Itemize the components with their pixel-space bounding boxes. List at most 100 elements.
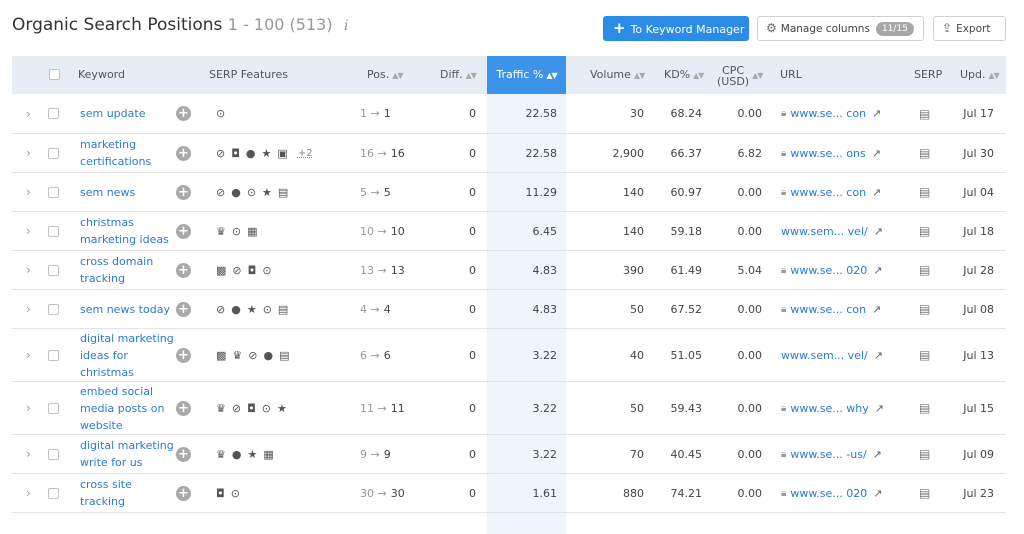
row-checkbox[interactable] (48, 329, 59, 381)
to-keyword-manager-button[interactable]: + To Keyword Manager (603, 16, 749, 41)
serp-snapshot-icon[interactable]: ▤ (919, 212, 930, 250)
expand-row-icon[interactable]: › (26, 173, 31, 211)
expand-row-icon[interactable]: › (26, 329, 31, 381)
add-keyword-button[interactable]: + (176, 474, 191, 512)
serp-snapshot-icon[interactable]: ▤ (919, 474, 930, 512)
crown-icon: ♛ (216, 224, 226, 238)
row-checkbox[interactable] (48, 251, 59, 289)
expand-row-icon[interactable]: › (26, 382, 31, 434)
column-traffic[interactable]: Traffic % ▲▼ (487, 56, 566, 94)
column-upd[interactable]: Upd. ▲▼ (960, 56, 1000, 94)
info-icon[interactable]: i (344, 18, 348, 34)
row-checkbox[interactable] (48, 474, 59, 512)
external-link-icon[interactable]: ↗ (875, 402, 884, 415)
add-keyword-button[interactable]: + (176, 173, 191, 211)
external-link-icon[interactable]: ↗ (872, 147, 881, 160)
review-icon: ◘ (247, 401, 256, 415)
diff-value: 0 (469, 263, 476, 277)
expand-row-icon[interactable]: › (26, 94, 31, 133)
add-keyword-button[interactable]: + (176, 212, 191, 250)
url-link[interactable]: 🔒︎ www.se... 020 ↗ (781, 474, 891, 512)
external-link-icon[interactable]: ↗ (873, 264, 882, 277)
external-link-icon[interactable]: ↗ (872, 303, 881, 316)
column-cpc-unit: (USD) (717, 75, 750, 88)
add-keyword-button[interactable]: + (176, 134, 191, 172)
column-cpc[interactable]: CPC (USD) ▲▼ (717, 64, 763, 88)
keyword-link[interactable]: sem update (80, 94, 180, 133)
column-keyword[interactable]: Keyword (78, 56, 125, 94)
serp-snapshot-icon[interactable]: ▤ (919, 251, 930, 289)
keyword-link[interactable]: sem news today (80, 290, 180, 328)
add-keyword-button[interactable]: + (176, 290, 191, 328)
url-link[interactable]: 🔒︎ www.se... ons ↗ (781, 134, 891, 172)
serp-snapshot-icon[interactable]: ▤ (919, 290, 930, 328)
url-link[interactable]: 🔒︎ www.se... -us/ ↗ (781, 435, 891, 473)
serp-snapshot-icon[interactable]: ▤ (919, 173, 930, 211)
keyword-link[interactable]: marketing certifications (80, 134, 180, 172)
row-checkbox[interactable] (48, 94, 59, 133)
serp-snapshot-icon[interactable]: ▤ (919, 435, 930, 473)
select-all-checkbox[interactable] (49, 69, 60, 80)
add-keyword-button[interactable]: + (176, 329, 191, 381)
url-link[interactable]: 🔒︎ www.se... con ↗ (781, 173, 891, 211)
url-link[interactable]: 🔒︎ www.se... con ↗ (781, 290, 891, 328)
updated-date: Jul 09 (963, 447, 994, 461)
keyword-link[interactable]: embed social media posts on website (80, 382, 180, 434)
url-link[interactable]: 🔒︎ www.se... con ↗ (781, 94, 891, 133)
column-volume[interactable]: Volume ▲▼ (590, 56, 645, 94)
expand-row-icon[interactable]: › (26, 290, 31, 328)
expand-row-icon[interactable]: › (26, 474, 31, 512)
keyword-link[interactable]: cross domain tracking (80, 251, 180, 289)
export-button[interactable]: ⇪ Export (933, 16, 1006, 41)
row-checkbox[interactable] (48, 382, 59, 434)
result-range: 1 - 100 (513) (227, 15, 333, 34)
add-keyword-button[interactable]: + (176, 251, 191, 289)
column-diff[interactable]: Diff. ▲▼ (440, 56, 477, 94)
keyword-link[interactable]: cross site tracking (80, 474, 180, 512)
page-header: Organic Search Positions 1 - 100 (513) i… (0, 0, 1024, 56)
serp-snapshot-icon[interactable]: ▤ (919, 382, 930, 434)
column-kd[interactable]: KD% ▲▼ (664, 56, 704, 94)
expand-row-icon[interactable]: › (26, 251, 31, 289)
external-link-icon[interactable]: ↗ (872, 186, 881, 199)
traffic-value: 11.29 (525, 185, 558, 199)
manage-columns-button[interactable]: ⚙ Manage columns 11/15 (757, 16, 924, 41)
diff-value: 0 (469, 107, 476, 120)
serp-snapshot-icon[interactable]: ▤ (919, 329, 930, 381)
crown-icon: ♛ (232, 348, 243, 362)
row-checkbox[interactable] (48, 212, 59, 250)
serp-features: ⊘ ◘ ● ★ ▣ +2 (216, 134, 313, 172)
more-features-link[interactable]: +2 (298, 148, 313, 159)
keyword-link[interactable]: digital marketing ideas for christmas (80, 329, 180, 381)
external-link-icon[interactable]: ↗ (874, 349, 883, 362)
previous-position: 4 (360, 302, 367, 316)
expand-row-icon[interactable]: › (26, 435, 31, 473)
add-keyword-button[interactable]: + (176, 94, 191, 133)
row-checkbox[interactable] (48, 134, 59, 172)
current-position: 11 (390, 401, 405, 415)
serp-snapshot-icon[interactable]: ▤ (919, 134, 930, 172)
add-keyword-button[interactable]: + (176, 382, 191, 434)
external-link-icon[interactable]: ↗ (873, 448, 882, 461)
position: 16 → 16 (360, 146, 405, 160)
url-link[interactable]: 🔒︎ www.se... 020 ↗ (781, 251, 891, 289)
url-link[interactable]: 🔒︎ www.se... why ↗ (781, 382, 891, 434)
keyword-link[interactable]: digital marketing write for us (80, 435, 180, 473)
url-link[interactable]: www.sem... vel/ ↗ (781, 212, 891, 250)
previous-position: 10 (360, 224, 374, 238)
external-link-icon[interactable]: ↗ (873, 487, 882, 500)
kd-value: 51.05 (670, 348, 703, 362)
keyword-link[interactable]: sem news (80, 173, 180, 211)
keyword-link[interactable]: christmas marketing ideas (80, 212, 180, 250)
column-pos[interactable]: Pos. ▲▼ (367, 56, 404, 94)
row-checkbox[interactable] (48, 290, 59, 328)
external-link-icon[interactable]: ↗ (872, 107, 881, 120)
row-checkbox[interactable] (48, 435, 59, 473)
expand-row-icon[interactable]: › (26, 134, 31, 172)
add-keyword-button[interactable]: + (176, 435, 191, 473)
url-link[interactable]: www.sem... vel/ ↗ (781, 329, 891, 381)
row-checkbox[interactable] (48, 173, 59, 211)
external-link-icon[interactable]: ↗ (874, 225, 883, 238)
serp-snapshot-icon[interactable]: ▤ (919, 94, 930, 133)
expand-row-icon[interactable]: › (26, 212, 31, 250)
